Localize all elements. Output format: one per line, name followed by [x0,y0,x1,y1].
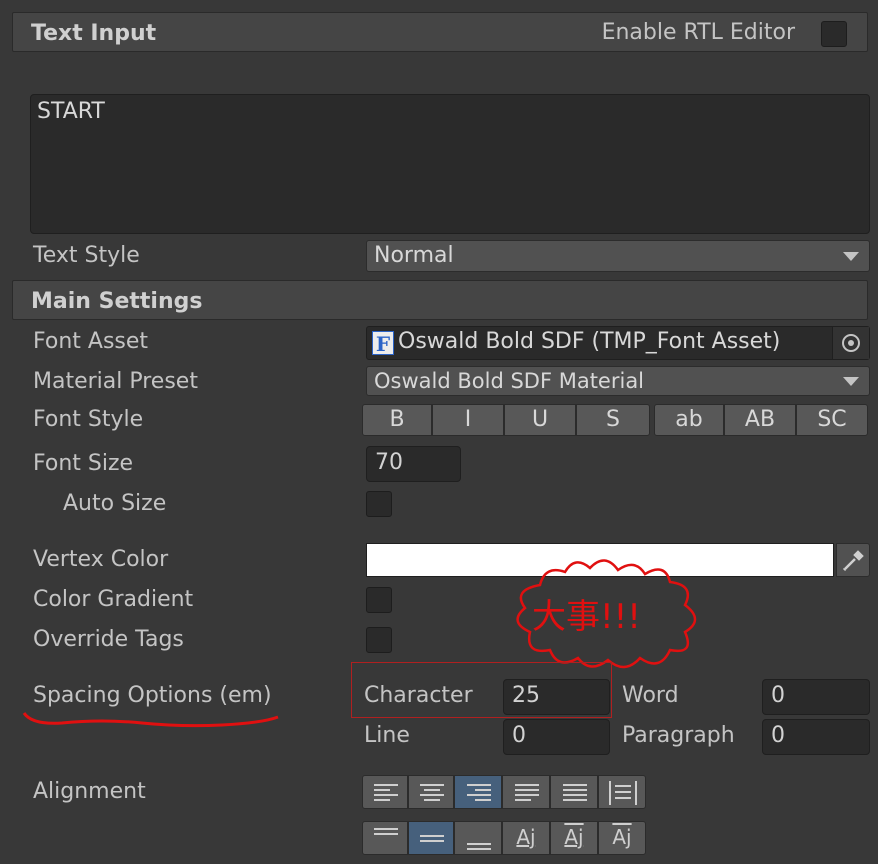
color-gradient-checkbox[interactable] [366,587,392,613]
rtl-editor-checkbox[interactable] [821,21,847,47]
text-style-value: Normal [374,243,454,268]
italic-button[interactable]: I [432,404,504,436]
lowercase-button[interactable]: ab [654,404,724,436]
align-baseline-button[interactable]: Aj [502,821,550,855]
chevron-down-icon [843,377,859,386]
text-input-header: Text Input Enable RTL Editor [12,12,868,52]
material-preset-label: Material Preset [33,369,198,394]
font-asset-label: Font Asset [33,329,149,354]
paragraph-spacing-label: Paragraph [622,723,735,748]
text-input-title: Text Input [31,21,157,46]
bold-button[interactable]: B [362,404,432,436]
word-spacing-input[interactable]: 0 [762,679,870,715]
align-capline-button[interactable]: Aj [598,821,646,855]
font-asset-field[interactable]: F Oswald Bold SDF (TMP_Font Asset) [366,326,870,360]
underline-button[interactable]: U [504,404,576,436]
align-right-button[interactable] [454,775,502,809]
strikethrough-button[interactable]: S [576,404,650,436]
main-settings-title: Main Settings [31,289,203,314]
override-tags-label: Override Tags [33,627,184,652]
chevron-down-icon [843,252,859,261]
annotation-text: 大事!!! [532,597,641,637]
character-spacing-input[interactable]: 25 [503,679,610,715]
text-style-label: Text Style [33,243,140,268]
vertex-color-label: Vertex Color [33,547,169,572]
align-middle-button[interactable] [408,821,454,855]
line-spacing-input[interactable]: 0 [503,719,610,755]
color-gradient-label: Color Gradient [33,587,194,612]
character-spacing-label: Character [364,683,473,708]
alignment-label: Alignment [33,779,146,804]
main-settings-header: Main Settings [12,280,868,320]
eyedropper-icon[interactable] [836,543,870,577]
align-midline-button[interactable]: Aj [550,821,598,855]
annotation-splash: 大事!!! [516,559,697,669]
font-asset-type-icon: F [372,331,394,356]
uppercase-button[interactable]: AB [724,404,796,436]
auto-size-label: Auto Size [63,491,167,516]
text-input-area[interactable]: START [30,94,870,234]
font-size-label: Font Size [33,451,134,476]
text-input-value: START [37,99,105,124]
material-preset-value: Oswald Bold SDF Material [374,369,645,393]
align-center-button[interactable] [408,775,454,809]
align-bottom-button[interactable] [454,821,502,855]
font-size-input[interactable]: 70 [366,446,461,482]
align-left-button[interactable] [362,775,408,809]
align-top-button[interactable] [362,821,408,855]
paragraph-spacing-input[interactable]: 0 [762,719,870,755]
align-flush-button[interactable] [550,775,598,809]
override-tags-checkbox[interactable] [366,627,392,653]
font-asset-value: Oswald Bold SDF (TMP_Font Asset) [398,329,781,354]
auto-size-checkbox[interactable] [366,491,392,517]
align-justified-button[interactable] [502,775,550,809]
font-style-label: Font Style [33,407,144,432]
word-spacing-label: Word [622,683,679,708]
text-style-dropdown[interactable]: Normal [366,240,870,272]
red-underline-annotation [22,712,279,728]
line-spacing-label: Line [364,723,410,748]
object-picker-icon[interactable] [832,327,869,359]
align-geometry-center-button[interactable] [598,775,646,809]
material-preset-dropdown[interactable]: Oswald Bold SDF Material [366,366,870,396]
smallcaps-button[interactable]: SC [796,404,868,436]
rtl-editor-label: Enable RTL Editor [601,20,795,45]
